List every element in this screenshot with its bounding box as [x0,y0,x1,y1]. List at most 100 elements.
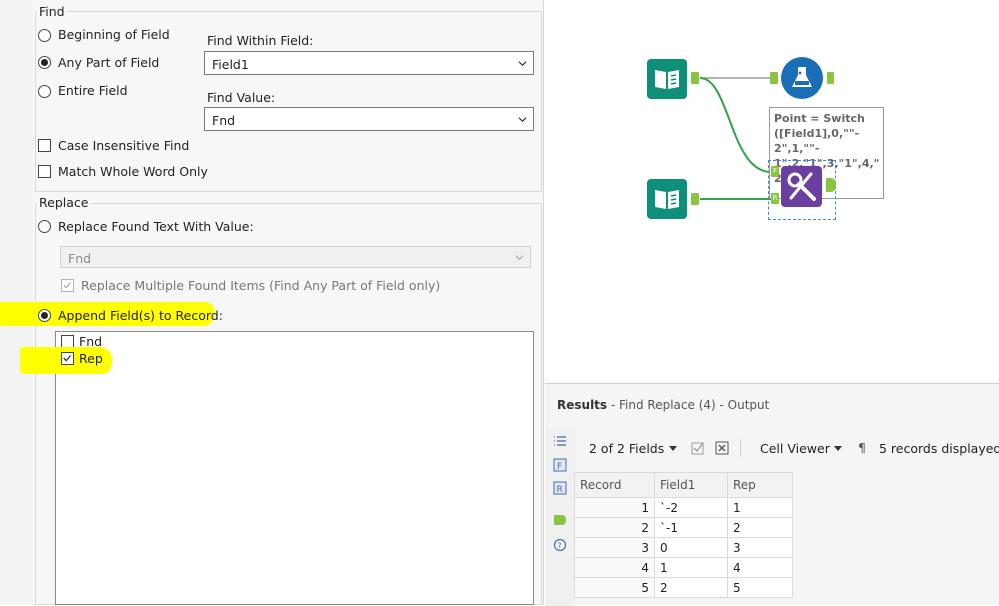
results-grid[interactable]: Record Field1 Rep 1 `-2 1 2 `-1 2 3 0 3 [574,472,793,598]
radio-entire-field-label: Entire Field [58,83,128,98]
radio-any-part-of-field[interactable] [38,56,51,69]
results-title-rest: - Find Replace (4) - Output [607,398,770,412]
field1-cell[interactable]: 0 [654,537,728,558]
find-value-select[interactable]: Fnd [204,107,534,131]
find-anchor[interactable]: F [771,166,779,177]
toolbar-divider [740,439,741,457]
field-rep-checkbox[interactable] [61,352,74,365]
connector-input-find [699,77,772,173]
table-row[interactable]: 2 `-1 2 [574,517,793,538]
replace-anchor[interactable]: R [771,193,779,204]
results-sidebar: F R ? [545,428,575,606]
input-data-tool-1[interactable] [647,59,687,99]
records-count: 5 records displayed [879,441,999,456]
radio-any-part-of-field-label: Any Part of Field [58,55,160,70]
match-whole-word-label: Match Whole Word Only [58,164,208,179]
output-anchor[interactable] [826,178,836,192]
rep-cell[interactable]: 4 [727,557,793,578]
rep-cell[interactable]: 1 [727,497,793,518]
workflow-canvas[interactable]: Point = Switch ([Field1],0,""- 2",1,""- … [545,0,999,383]
replace-value-select[interactable]: Fnd [60,246,531,268]
find-value-label: Find Value: [207,90,276,105]
checkmark-icon [63,355,71,362]
find-replace-icon [787,172,816,201]
input-data-tool-2[interactable] [647,179,687,219]
results-panel: Results - Find Replace (4) - Output F R … [545,383,999,606]
replace-multiple-checkbox[interactable] [61,279,74,292]
record-cell[interactable]: 1 [574,497,655,518]
column-header[interactable]: Record [574,472,655,498]
caret-down-icon[interactable] [669,446,677,452]
results-title-bold: Results [557,398,608,412]
record-cell[interactable]: 4 [574,557,655,578]
case-insensitive-label: Case Insensitive Find [58,138,190,153]
case-insensitive-checkbox[interactable] [38,139,51,152]
output-anchor[interactable] [691,72,699,84]
cell-viewer-button[interactable]: Cell Viewer [760,441,830,456]
grid-header-row: Record Field1 Rep [574,472,793,498]
replace-value-value: Fnd [68,251,92,266]
edit-check-icon[interactable] [691,441,705,455]
chevron-down-icon [518,61,527,67]
find-value-value: Fnd [212,113,236,128]
append-fields-listbox[interactable] [55,331,534,605]
caret-down-icon[interactable] [834,446,842,452]
find-replace-tool[interactable] [781,166,822,207]
field1-cell[interactable]: `-2 [654,497,728,518]
annotation-line: 2",1,""- [774,142,820,155]
svg-text:F: F [557,462,562,472]
output-anchor-icon[interactable] [553,513,567,527]
find-within-field-label: Find Within Field: [207,33,314,48]
clear-icon[interactable] [715,441,729,455]
table-row[interactable]: 3 0 3 [574,537,793,558]
field-rep-label: Rep [79,351,103,366]
rep-cell[interactable]: 5 [727,577,793,598]
book-icon [655,190,679,209]
table-row[interactable]: 4 1 4 [574,557,793,578]
fields-selector[interactable]: 2 of 2 Fields [589,441,664,456]
find-group-label: Find [37,4,67,19]
find-within-field-select[interactable]: Field1 [204,51,534,75]
rep-cell[interactable]: 3 [727,537,793,558]
radio-replace-found-text[interactable] [38,220,51,233]
column-header[interactable]: Rep [727,472,793,498]
output-anchor[interactable] [691,193,699,205]
table-row[interactable]: 1 `-2 1 [574,497,793,518]
rep-cell[interactable]: 2 [727,517,793,538]
input-anchor[interactable] [770,72,778,84]
radio-beginning-of-field-label: Beginning of Field [58,27,170,42]
annotation-line: Point = Switch [774,112,865,125]
list-icon[interactable] [553,434,567,448]
help-icon[interactable]: ? [553,538,567,552]
results-title: Results - Find Replace (4) - Output [557,398,769,412]
annotation-line: ([Field1],0,""- [774,127,860,140]
r-anchor-icon[interactable]: R [553,481,567,495]
radio-replace-found-text-label: Replace Found Text With Value: [58,219,254,234]
book-icon [655,70,679,89]
f-anchor-icon[interactable]: F [553,458,567,472]
replace-group-label: Replace [37,195,91,210]
radio-append-fields[interactable] [38,309,51,322]
record-cell[interactable]: 3 [574,537,655,558]
svg-text:?: ? [557,541,561,550]
find-within-field-value: Field1 [212,57,249,72]
radio-beginning-of-field[interactable] [38,29,51,42]
field1-cell[interactable]: 1 [654,557,728,578]
field1-cell[interactable]: 2 [654,577,728,598]
svg-text:R: R [557,485,563,495]
field1-cell[interactable]: `-1 [654,517,728,538]
output-anchor[interactable] [827,72,834,84]
radio-entire-field[interactable] [38,85,51,98]
formula-tool[interactable] [781,57,823,99]
flask-icon [792,67,812,87]
pilcrow-icon[interactable]: ¶ [858,440,866,455]
record-cell[interactable]: 2 [574,517,655,538]
checkmark-icon [63,282,71,289]
replace-multiple-label: Replace Multiple Found Items (Find Any P… [81,278,441,293]
record-cell[interactable]: 5 [574,577,655,598]
table-row[interactable]: 5 2 5 [574,577,793,598]
column-header[interactable]: Field1 [654,472,728,498]
radio-append-fields-label: Append Field(s) to Record: [58,308,223,323]
chevron-down-icon [518,117,527,123]
match-whole-word-checkbox[interactable] [38,165,51,178]
